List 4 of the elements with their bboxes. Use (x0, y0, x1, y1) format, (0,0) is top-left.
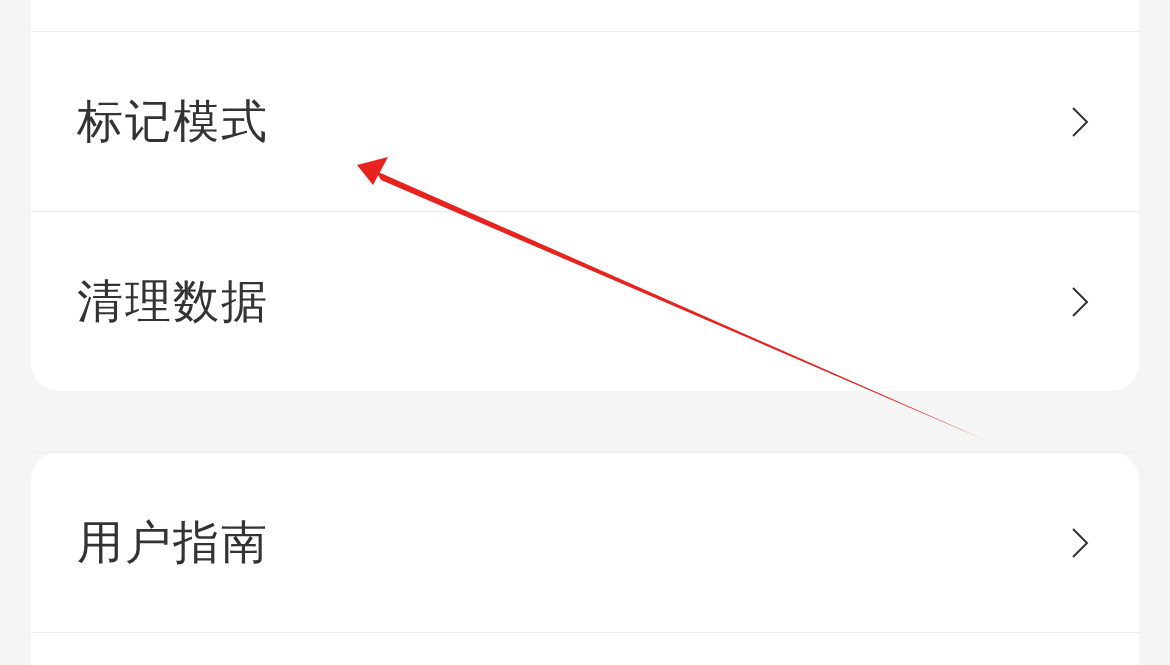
chevron-right-icon (1071, 526, 1089, 559)
chevron-right-icon (1071, 105, 1089, 138)
menu-item[interactable]: 用户指南 (31, 452, 1139, 632)
chevron-right-icon (1071, 285, 1089, 318)
